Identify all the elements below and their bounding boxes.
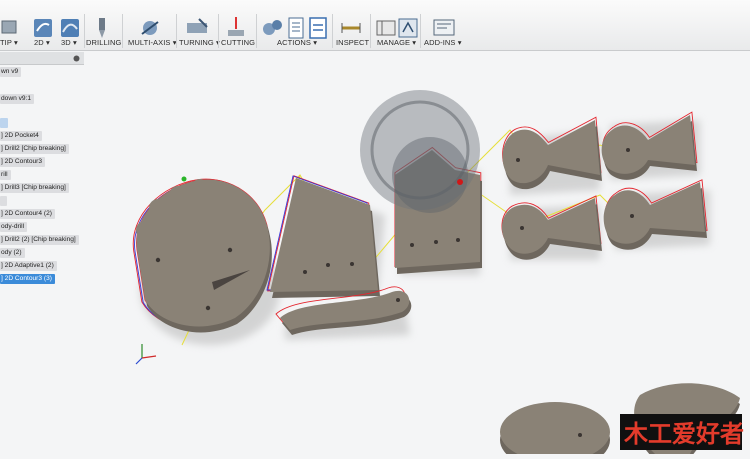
- multi-axis-label: MULTI-AXIS ▾: [128, 38, 177, 47]
- browser-item-operation[interactable]: ] Drill3 [Chip breaking]: [0, 183, 69, 193]
- gear-part[interactable]: [132, 178, 272, 333]
- drilling-label: DRILLING: [86, 38, 122, 47]
- add-ins-label: ADD-INS ▾: [424, 38, 462, 47]
- measure-icon[interactable]: [339, 17, 363, 39]
- browser-item-operation[interactable]: ] Drill2 (2) [Chip breaking]: [0, 235, 79, 245]
- collapse-icon[interactable]: [73, 55, 80, 62]
- browser-item-operation[interactable]: ] Drill2 [Chip breaking]: [0, 144, 69, 154]
- add-ins-icon[interactable]: [432, 17, 456, 39]
- browser-item-operation[interactable]: ] 2D Contour4 (2): [0, 209, 55, 219]
- turning-label: TURNING ▾: [179, 38, 220, 47]
- multi-axis-group[interactable]: MULTI-AXIS ▾: [126, 0, 176, 50]
- separator: [420, 14, 421, 48]
- cutting-label: CUTTING: [221, 38, 256, 47]
- 3d-group[interactable]: 3D ▾: [57, 0, 81, 50]
- browser-item-folder[interactable]: ody-drill: [0, 222, 28, 232]
- 2d-milling-icon[interactable]: [31, 17, 55, 39]
- drilling-group[interactable]: DRILLING: [86, 0, 122, 50]
- browser-item-folder[interactable]: [0, 196, 7, 206]
- separator: [122, 14, 123, 48]
- browser-item-folder[interactable]: ody (2): [0, 248, 25, 258]
- simulate-icon[interactable]: [260, 17, 284, 39]
- manage-group[interactable]: MANAGE ▾: [374, 0, 418, 50]
- watermark-logo: 木工爱好者: [620, 414, 744, 450]
- cutting-icon[interactable]: [224, 17, 248, 39]
- browser-item-operation[interactable]: ] 2D Contour3: [0, 157, 46, 167]
- browser-item-setup[interactable]: [0, 118, 8, 128]
- turning-icon[interactable]: [185, 17, 209, 39]
- actions-label: ACTIONS ▾: [277, 38, 318, 47]
- pentagon-part[interactable]: [266, 175, 380, 298]
- post-process-icon[interactable]: [306, 17, 330, 39]
- inspect-label: INSPECT: [336, 38, 370, 47]
- setup-sheet-icon[interactable]: [284, 17, 308, 39]
- cutting-tool: [360, 90, 480, 213]
- browser-header[interactable]: [0, 52, 84, 65]
- multi-axis-icon[interactable]: [138, 17, 162, 39]
- setup-icon[interactable]: [0, 17, 24, 39]
- separator: [176, 14, 177, 48]
- setup-group[interactable]: TIP ▾: [0, 0, 28, 50]
- browser-panel: wn v9 down v9:1 ] 2D Pocket4 ] Drill2 [C…: [0, 50, 84, 454]
- browser-item-folder[interactable]: rill: [0, 170, 11, 180]
- viewport[interactable]: 木工爱好者: [84, 50, 750, 459]
- browser-item-operation[interactable]: ] 2D Pocket4: [0, 131, 42, 141]
- template-library-icon[interactable]: [396, 17, 420, 39]
- 3d-label: 3D ▾: [61, 38, 77, 47]
- watermark-text: 木工爱好者: [623, 420, 744, 448]
- 3d-milling-icon[interactable]: [58, 17, 82, 39]
- turning-group[interactable]: TURNING ▾: [178, 0, 220, 50]
- inspect-group[interactable]: INSPECT: [334, 0, 370, 50]
- 2d-group[interactable]: 2D ▾: [30, 0, 54, 50]
- separator: [332, 14, 333, 48]
- setup-label: TIP ▾: [0, 38, 18, 47]
- toolbar: TIP ▾ 2D ▾ 3D ▾ DRILLING MULTI-AXIS ▾ TU…: [0, 0, 750, 51]
- actions-group[interactable]: ACTIONS ▾: [260, 0, 330, 50]
- separator: [256, 14, 257, 48]
- browser-item-document[interactable]: wn v9: [0, 67, 22, 77]
- manage-label: MANAGE ▾: [377, 38, 417, 47]
- tool-library-icon[interactable]: [374, 17, 398, 39]
- partial-part[interactable]: [500, 402, 610, 459]
- separator: [218, 14, 219, 48]
- cutting-group[interactable]: CUTTING: [220, 0, 256, 50]
- browser-item-component[interactable]: down v9:1: [0, 94, 35, 104]
- browser-item-operation-selected[interactable]: ] 2D Contour3 (3): [0, 274, 55, 284]
- separator: [84, 14, 85, 48]
- add-ins-group[interactable]: ADD-INS ▾: [424, 0, 464, 50]
- separator: [370, 14, 371, 48]
- 2d-label: 2D ▾: [34, 38, 50, 47]
- drill-icon[interactable]: [90, 17, 114, 39]
- browser-item-operation[interactable]: ] 2D Adaptive1 (2): [0, 261, 57, 271]
- model-canvas[interactable]: 木工爱好者: [84, 50, 750, 459]
